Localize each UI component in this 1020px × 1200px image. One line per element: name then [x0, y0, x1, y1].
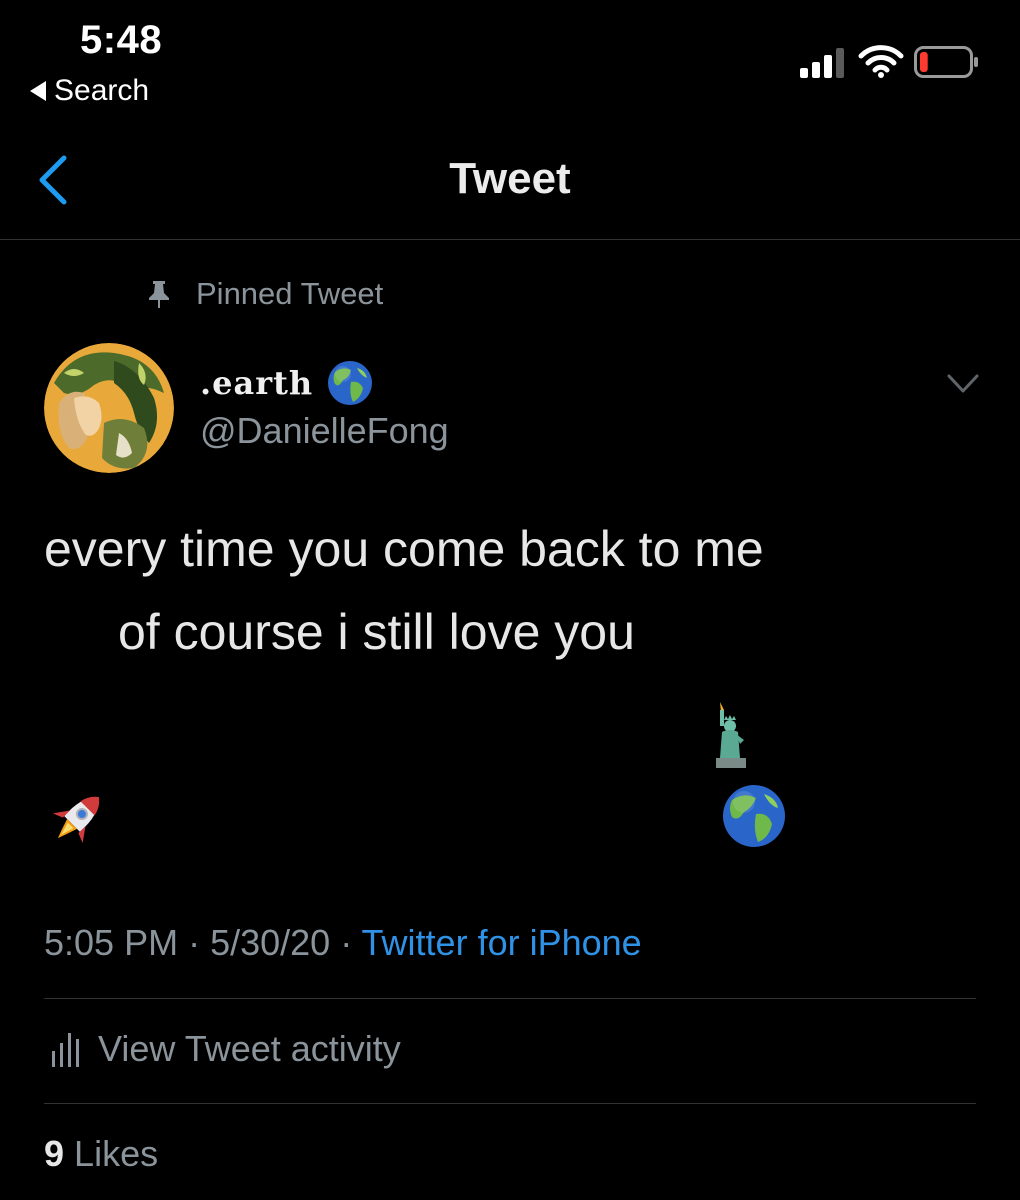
status-time: 5:48: [80, 18, 163, 62]
earth-globe-icon: [328, 361, 373, 405]
tweet-text-line-2: of course i still love you: [118, 604, 635, 660]
avatar-art: [44, 343, 174, 473]
tweet-source-link[interactable]: Twitter for iPhone: [362, 922, 642, 963]
cellular-signal-icon: [800, 48, 844, 78]
statue-of-liberty-emoji: [716, 702, 746, 768]
pinned-label: Pinned Tweet: [196, 276, 384, 311]
back-app-label: Search: [54, 74, 150, 107]
likes-count: 9: [44, 1133, 65, 1174]
meta-divider: [44, 998, 976, 999]
tweet-meta: 5:05 PM · 5/30/20 · Twitter for iPhone: [44, 922, 642, 964]
view-tweet-activity-button[interactable]: View Tweet activity: [50, 1028, 401, 1070]
meta-separator: ·: [178, 922, 211, 963]
activity-label: View Tweet activity: [98, 1028, 401, 1069]
battery-icon: [914, 46, 978, 78]
rocket-emoji: [52, 796, 100, 844]
chevron-down-icon[interactable]: [946, 372, 980, 396]
avatar[interactable]: [44, 343, 174, 473]
back-to-search-link[interactable]: Search: [30, 74, 149, 108]
back-triangle-icon: [30, 81, 46, 101]
display-name[interactable]: .earth: [200, 364, 313, 402]
earth-globe-emoji: [723, 785, 785, 847]
likes-label: Likes: [74, 1133, 159, 1174]
header-divider: [0, 239, 1020, 240]
activity-divider: [44, 1103, 976, 1104]
bar-chart-icon: [52, 1033, 79, 1067]
meta-separator: ·: [330, 922, 362, 963]
pin-icon: [149, 281, 169, 308]
likes-link[interactable]: 9 Likes: [44, 1133, 158, 1175]
author-name-row[interactable]: .earth: [200, 360, 373, 406]
page-title: Tweet: [449, 154, 571, 203]
pinned-indicator: Pinned Tweet: [146, 276, 383, 312]
wifi-icon: [858, 45, 904, 78]
tweet-time: 5:05 PM: [44, 922, 179, 963]
author-handle[interactable]: @DanielleFong: [200, 410, 449, 452]
tweet-date: 5/30/20: [210, 922, 331, 963]
tweet-text-line-1: every time you come back to me: [44, 521, 764, 577]
